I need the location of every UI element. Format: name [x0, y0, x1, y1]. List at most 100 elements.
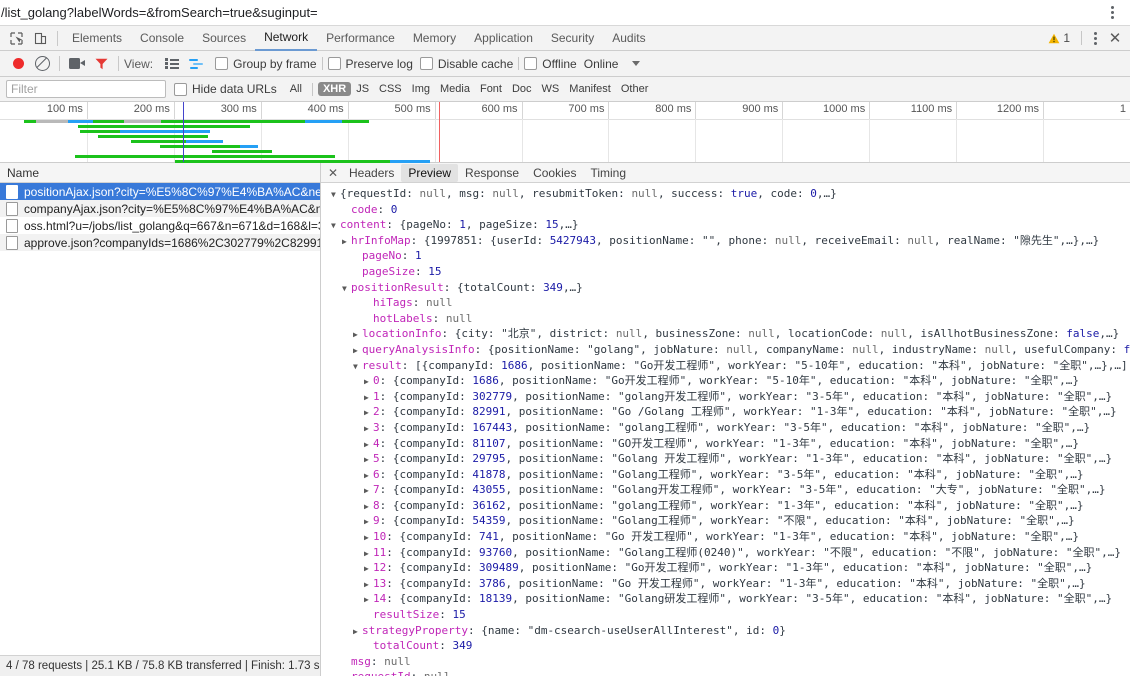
- json-line[interactable]: 4: {companyId: 81107, positionName: "GO开…: [325, 436, 1130, 452]
- type-filter-ws[interactable]: WS: [537, 82, 565, 96]
- json-line[interactable]: positionResult: {totalCount: 349,…}: [325, 280, 1130, 296]
- requests-column-header[interactable]: Name: [0, 163, 320, 183]
- disclosure-triangle-icon[interactable]: [353, 624, 362, 639]
- offline-control[interactable]: Offline: [524, 57, 576, 71]
- disclosure-triangle-icon[interactable]: [342, 281, 351, 296]
- capture-screenshots-button[interactable]: [65, 53, 89, 75]
- view-list-button[interactable]: [160, 53, 184, 75]
- request-row[interactable]: positionAjax.json?city=%E5%8C%97%E4%BA%A…: [0, 183, 320, 200]
- disclosure-triangle-icon[interactable]: [364, 483, 373, 498]
- disclosure-triangle-icon[interactable]: [364, 468, 373, 483]
- json-line[interactable]: hiTags: null: [325, 295, 1130, 311]
- offline-checkbox[interactable]: [524, 57, 537, 70]
- record-button[interactable]: [6, 53, 30, 75]
- disclosure-triangle-icon[interactable]: [331, 218, 340, 233]
- close-devtools-icon[interactable]: ✕: [1104, 27, 1126, 49]
- tab-security[interactable]: Security: [542, 27, 603, 50]
- json-line[interactable]: 0: {companyId: 1686, positionName: "Go开发…: [325, 373, 1130, 389]
- disclosure-triangle-icon[interactable]: [364, 452, 373, 467]
- tab-performance[interactable]: Performance: [317, 27, 404, 50]
- json-line[interactable]: queryAnalysisInfo: {positionName: "golan…: [325, 342, 1130, 358]
- tab-memory[interactable]: Memory: [404, 27, 465, 50]
- filter-input[interactable]: Filter: [6, 80, 166, 98]
- json-line[interactable]: 8: {companyId: 36162, positionName: "gol…: [325, 498, 1130, 514]
- json-line[interactable]: 1: {companyId: 302779, positionName: "go…: [325, 389, 1130, 405]
- browser-menu-icon[interactable]: [1104, 3, 1120, 22]
- disclosure-triangle-icon[interactable]: [364, 374, 373, 389]
- group-by-frame-control[interactable]: Group by frame: [215, 57, 316, 71]
- tab-network[interactable]: Network: [255, 26, 317, 51]
- filter-toggle-button[interactable]: [89, 53, 113, 75]
- request-row[interactable]: oss.html?u=/jobs/list_golang&q=667&n=671…: [0, 217, 320, 234]
- disclosure-triangle-icon[interactable]: [353, 327, 362, 342]
- json-line[interactable]: 12: {companyId: 309489, positionName: "G…: [325, 560, 1130, 576]
- hide-data-urls-checkbox[interactable]: [174, 83, 187, 96]
- disclosure-triangle-icon[interactable]: [364, 530, 373, 545]
- json-line[interactable]: 11: {companyId: 93760, positionName: "Go…: [325, 545, 1130, 561]
- json-line[interactable]: msg: null: [325, 654, 1130, 670]
- tab-console[interactable]: Console: [131, 27, 193, 50]
- type-filter-xhr[interactable]: XHR: [318, 82, 351, 96]
- hide-data-urls-control[interactable]: Hide data URLs: [174, 82, 277, 96]
- clear-button[interactable]: [30, 53, 54, 75]
- disclosure-triangle-icon[interactable]: [364, 405, 373, 420]
- devtools-menu-icon[interactable]: [1088, 28, 1102, 48]
- json-line[interactable]: code: 0: [325, 202, 1130, 218]
- tab-cookies[interactable]: Cookies: [526, 164, 583, 182]
- disclosure-triangle-icon[interactable]: [364, 577, 373, 592]
- request-row[interactable]: companyAjax.json?city=%E5%8C%97%E4%BA%AC…: [0, 200, 320, 217]
- disclosure-triangle-icon[interactable]: [364, 514, 373, 529]
- tab-sources[interactable]: Sources: [193, 27, 255, 50]
- json-line[interactable]: result: [{companyId: 1686, positionName:…: [325, 358, 1130, 374]
- json-line[interactable]: resultSize: 15: [325, 607, 1130, 623]
- json-line[interactable]: hrInfoMap: {1997851: {userId: 5427943, p…: [325, 233, 1130, 249]
- disclosure-triangle-icon[interactable]: [364, 561, 373, 576]
- throttling-dropdown-icon[interactable]: [632, 61, 640, 66]
- type-filter-doc[interactable]: Doc: [507, 82, 537, 96]
- tab-headers[interactable]: Headers: [342, 164, 401, 182]
- json-line[interactable]: 14: {companyId: 18139, positionName: "Go…: [325, 591, 1130, 607]
- json-line[interactable]: 13: {companyId: 3786, positionName: "Go …: [325, 576, 1130, 592]
- json-line[interactable]: 6: {companyId: 41878, positionName: "Gol…: [325, 467, 1130, 483]
- type-filter-css[interactable]: CSS: [374, 82, 407, 96]
- json-line[interactable]: strategyProperty: {name: "dm-csearch-use…: [325, 623, 1130, 639]
- type-filter-all[interactable]: All: [285, 82, 307, 96]
- disclosure-triangle-icon[interactable]: [353, 343, 362, 358]
- warning-indicator[interactable]: 1: [1048, 31, 1075, 45]
- type-filter-img[interactable]: Img: [407, 82, 435, 96]
- tab-application[interactable]: Application: [465, 27, 542, 50]
- disclosure-triangle-icon[interactable]: [364, 499, 373, 514]
- json-line[interactable]: 5: {companyId: 29795, positionName: "Gol…: [325, 451, 1130, 467]
- tab-preview[interactable]: Preview: [401, 164, 458, 182]
- json-line[interactable]: 10: {companyId: 741, positionName: "Go 开…: [325, 529, 1130, 545]
- network-overview[interactable]: 100 ms200 ms300 ms400 ms500 ms600 ms700 …: [0, 102, 1130, 163]
- type-filter-js[interactable]: JS: [351, 82, 374, 96]
- disclosure-triangle-icon[interactable]: [342, 234, 351, 249]
- json-line[interactable]: 9: {companyId: 54359, positionName: "Gol…: [325, 513, 1130, 529]
- group-by-frame-checkbox[interactable]: [215, 57, 228, 70]
- type-filter-font[interactable]: Font: [475, 82, 507, 96]
- type-filter-other[interactable]: Other: [616, 82, 654, 96]
- disclosure-triangle-icon[interactable]: [364, 390, 373, 405]
- type-filter-media[interactable]: Media: [435, 82, 475, 96]
- close-detail-icon[interactable]: ✕: [324, 164, 342, 182]
- disclosure-triangle-icon[interactable]: [353, 359, 362, 374]
- json-line[interactable]: 2: {companyId: 82991, positionName: "Go …: [325, 404, 1130, 420]
- json-line[interactable]: 7: {companyId: 43055, positionName: "Gol…: [325, 482, 1130, 498]
- tab-response[interactable]: Response: [458, 164, 526, 182]
- disclosure-triangle-icon[interactable]: [364, 546, 373, 561]
- url-text[interactable]: /list_golang?labelWords=&fromSearch=true…: [0, 5, 318, 20]
- preserve-log-control[interactable]: Preserve log: [328, 57, 413, 71]
- disable-cache-checkbox[interactable]: [420, 57, 433, 70]
- json-line[interactable]: totalCount: 349: [325, 638, 1130, 654]
- json-line[interactable]: content: {pageNo: 1, pageSize: 15,…}: [325, 217, 1130, 233]
- type-filter-manifest[interactable]: Manifest: [564, 82, 616, 96]
- toggle-device-toolbar-icon[interactable]: [28, 27, 52, 49]
- pane-splitter[interactable]: [320, 163, 321, 676]
- disclosure-triangle-icon[interactable]: [364, 421, 373, 436]
- json-line[interactable]: {requestId: null, msg: null, resubmitTok…: [325, 186, 1130, 202]
- inspect-element-icon[interactable]: [4, 27, 28, 49]
- tab-audits[interactable]: Audits: [603, 27, 654, 50]
- disclosure-triangle-icon[interactable]: [364, 592, 373, 607]
- request-row[interactable]: approve.json?companyIds=1686%2C302779%2C…: [0, 234, 320, 251]
